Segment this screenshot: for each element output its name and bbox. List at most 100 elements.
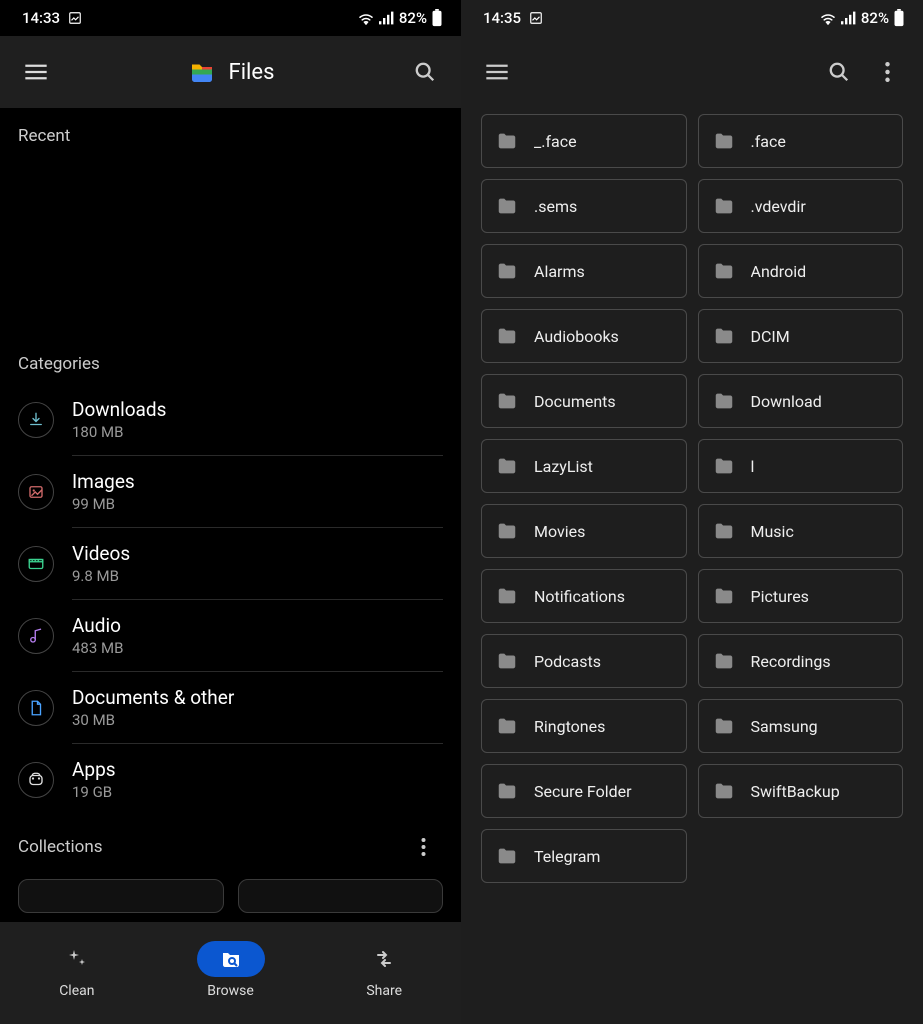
collection-card[interactable] [238,879,444,913]
folder-item[interactable]: .vdevdir [698,179,904,233]
folder-item[interactable]: .sems [481,179,687,233]
folder-item[interactable]: Secure Folder [481,764,687,818]
toolbar-title: Files [229,60,275,85]
folder-item[interactable]: l [698,439,904,493]
battery-icon [431,9,443,27]
status-battery-pct: 82% [861,9,889,27]
folder-item[interactable]: Audiobooks [481,309,687,363]
folder-item[interactable]: Documents [481,374,687,428]
collection-card[interactable] [18,879,224,913]
nav-label: Share [366,983,402,999]
folder-item[interactable]: LazyList [481,439,687,493]
category-size: 483 MB [72,639,123,657]
folder-item[interactable]: Download [698,374,904,428]
screenshot-notification-icon [529,11,543,25]
folder-item[interactable]: DCIM [698,309,904,363]
sparkle-icon [43,941,111,977]
folder-item[interactable]: Podcasts [481,634,687,688]
status-time: 14:35 [483,9,521,27]
folder-icon [496,780,518,802]
wifi-icon [357,11,375,25]
category-size: 30 MB [72,711,234,729]
folder-icon [496,520,518,542]
folder-item[interactable]: Music [698,504,904,558]
browse-icon [197,941,265,977]
collections-more-button[interactable] [409,833,437,861]
folder-item[interactable]: Samsung [698,699,904,753]
doc-icon [18,690,54,726]
folder-item[interactable]: Ringtones [481,699,687,753]
folder-icon [496,845,518,867]
folder-icon [713,390,735,412]
folder-name: Recordings [751,652,831,671]
wifi-icon [819,11,837,25]
more-button[interactable] [863,48,911,96]
folder-icon [713,715,735,737]
folder-item[interactable]: Recordings [698,634,904,688]
nav-browse[interactable]: Browse [154,941,308,999]
folder-item[interactable]: .face [698,114,904,168]
category-name: Videos [72,542,130,565]
category-download[interactable]: Downloads180 MB [18,384,443,455]
category-name: Apps [72,758,116,781]
folder-icon [496,390,518,412]
battery-icon [893,9,905,27]
folder-icon [496,585,518,607]
search-button[interactable] [401,48,449,96]
category-image[interactable]: Images99 MB [18,456,443,527]
category-size: 19 GB [72,783,116,801]
folder-grid: _.face .face .sems .vdevdir Alarms Android Aud… [461,108,923,1024]
nav-label: Clean [59,983,94,999]
bottom-nav: Clean Browse Share [0,922,461,1024]
toolbar [461,36,923,108]
status-bar: 14:33 82% [0,0,461,36]
folder-name: Samsung [751,717,818,736]
category-name: Audio [72,614,123,637]
folder-icon [713,260,735,282]
folder-name: l [751,457,755,476]
folder-item[interactable]: Telegram [481,829,687,883]
folder-item[interactable]: Movies [481,504,687,558]
folder-item[interactable]: Notifications [481,569,687,623]
category-video[interactable]: Videos 9.8 MB [18,528,443,599]
audio-icon [18,618,54,654]
folder-name: .vdevdir [751,197,806,216]
folder-name: .face [751,132,786,151]
folder-icon [713,195,735,217]
toolbar: Files [0,36,461,108]
folder-icon [713,130,735,152]
folder-name: Ringtones [534,717,605,736]
folder-name: DCIM [751,327,790,346]
folder-icon [496,455,518,477]
folder-item[interactable]: _.face [481,114,687,168]
folder-icon [496,195,518,217]
folder-icon [496,325,518,347]
folder-name: Movies [534,522,585,541]
recent-header: Recent [18,108,443,156]
folder-icon [713,585,735,607]
folder-item[interactable]: Pictures [698,569,904,623]
video-icon [18,546,54,582]
category-audio[interactable]: Audio 483 MB [18,600,443,671]
category-doc[interactable]: Documents & other30 MB [18,672,443,743]
folder-icon [713,455,735,477]
search-button[interactable] [815,48,863,96]
folder-name: Music [751,522,794,541]
folder-item[interactable]: Alarms [481,244,687,298]
hamburger-menu-button[interactable] [12,48,60,96]
folder-name: Documents [534,392,616,411]
nav-label: Browse [207,983,253,999]
category-size: 9.8 MB [72,567,130,585]
category-apps[interactable]: Apps 19 GB [18,744,443,815]
collections-header: Collections [18,815,443,871]
folder-item[interactable]: SwiftBackup [698,764,904,818]
folder-item[interactable]: Android [698,244,904,298]
folder-name: Secure Folder [534,782,632,801]
nav-share[interactable]: Share [307,941,461,999]
folder-name: Android [751,262,807,281]
folder-name: Notifications [534,587,625,606]
files-app-logo-icon [187,57,217,87]
nav-sparkle[interactable]: Clean [0,941,154,999]
category-name: Images [72,470,135,493]
hamburger-menu-button[interactable] [473,48,521,96]
